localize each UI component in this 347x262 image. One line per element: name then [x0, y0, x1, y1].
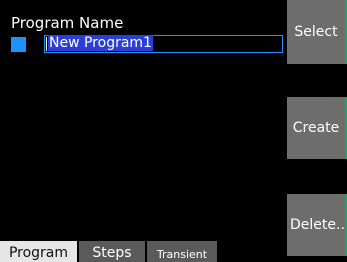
select-button[interactable]: Select	[287, 0, 347, 64]
select-button-label: Select	[294, 24, 338, 40]
program-name-row[interactable]: New Program1	[11, 35, 283, 53]
text-cursor	[46, 37, 47, 51]
delete-button-label: Delete..	[290, 217, 345, 233]
program-name-label: Program Name	[11, 14, 124, 32]
delete-button[interactable]: Delete..	[287, 194, 347, 256]
program-panel: Program Name New Program1	[0, 0, 287, 240]
create-button[interactable]: Create	[287, 97, 347, 159]
row-selector-indicator[interactable]	[11, 37, 26, 52]
program-screen: Program Name New Program1 Select Create …	[0, 0, 347, 262]
program-name-input[interactable]: New Program1	[44, 35, 283, 53]
tab-transient[interactable]: Transient	[147, 241, 217, 262]
tab-bar: Program Steps Transient	[0, 241, 287, 262]
create-button-label: Create	[292, 120, 340, 136]
tab-program[interactable]: Program	[0, 241, 77, 262]
tab-steps[interactable]: Steps	[79, 241, 145, 262]
program-name-value: New Program1	[48, 35, 153, 51]
